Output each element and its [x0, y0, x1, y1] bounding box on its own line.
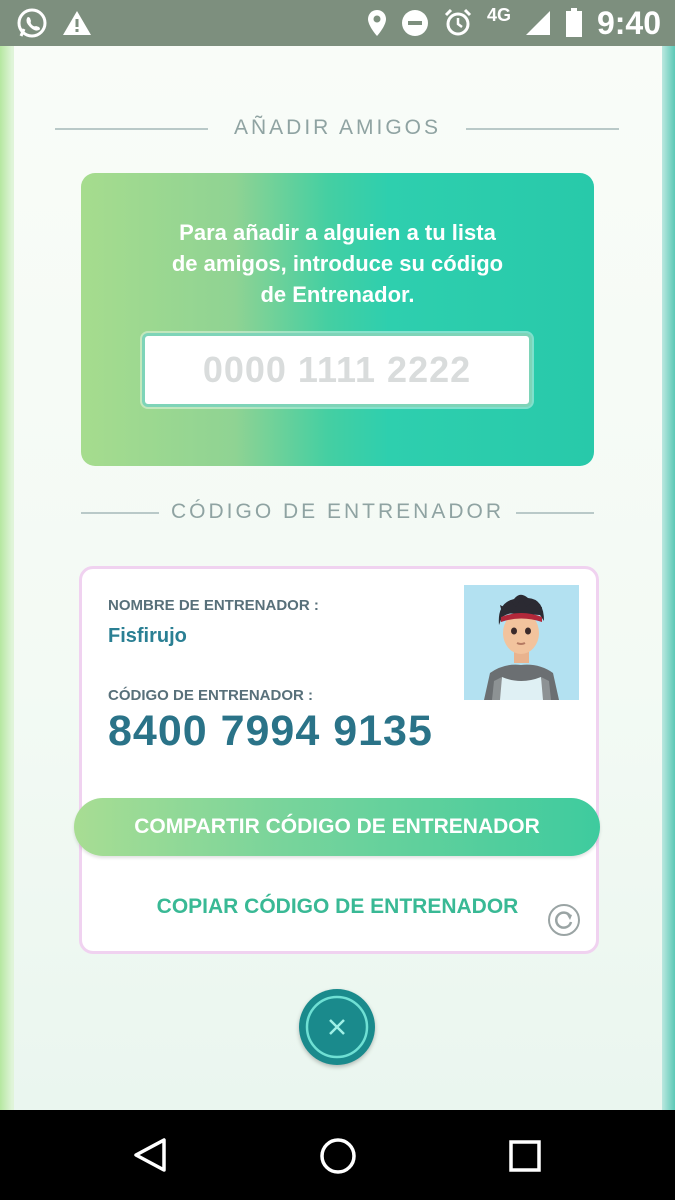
trainer-avatar-image — [464, 585, 579, 700]
warning-icon — [63, 11, 91, 35]
description-line: de Entrenador. — [260, 282, 415, 307]
share-trainer-code-button[interactable]: COMPARTIR CÓDIGO DE ENTRENADOR — [74, 798, 600, 856]
back-icon[interactable] — [130, 1137, 170, 1173]
alarm-icon — [444, 8, 471, 36]
signal-icon — [525, 11, 550, 35]
network-type: 4G — [486, 4, 511, 25]
close-button[interactable] — [299, 989, 375, 1065]
location-icon — [367, 10, 386, 36]
friends-screen: AÑADIR AMIGOS Para añadir a alguien a tu… — [0, 46, 675, 1110]
trainer-code-value: 8400 7994 9135 — [108, 707, 433, 755]
divider-right — [516, 512, 594, 514]
recents-icon[interactable] — [508, 1139, 542, 1173]
status-bar: 4G 9:40 — [0, 0, 675, 46]
status-right-icons: 4G 9:40 — [367, 4, 661, 42]
trainer-name: Fisfirujo — [108, 625, 187, 647]
close-icon — [305, 995, 369, 1059]
do-not-disturb-icon — [401, 10, 428, 36]
description-line: de amigos, introduce su código — [171, 251, 504, 276]
add-friend-card: Para añadir a alguien a tu lista de amig… — [81, 173, 594, 466]
clock: 9:40 — [596, 4, 661, 41]
copy-trainer-code-link[interactable]: COPIAR CÓDIGO DE ENTRENADOR — [0, 895, 675, 919]
home-icon[interactable] — [319, 1137, 357, 1175]
divider-right — [466, 128, 619, 130]
add-friend-description: Para añadir a alguien a tu lista de amig… — [81, 217, 594, 310]
status-left-icons — [16, 7, 92, 39]
trainer-name-label: NOMBRE DE ENTRENADOR : — [108, 597, 319, 614]
whatsapp-icon — [17, 8, 47, 38]
avatar — [464, 585, 579, 700]
trainer-code-input[interactable]: 0000 1111 2222 — [142, 333, 532, 407]
battery-icon — [565, 8, 582, 37]
trainer-code-placeholder: 0000 1111 2222 — [202, 349, 472, 390]
description-line: Para añadir a alguien a tu lista — [179, 220, 496, 245]
navigation-bar — [0, 1110, 675, 1200]
trainer-code-label: CÓDIGO DE ENTRENADOR : — [108, 687, 314, 704]
